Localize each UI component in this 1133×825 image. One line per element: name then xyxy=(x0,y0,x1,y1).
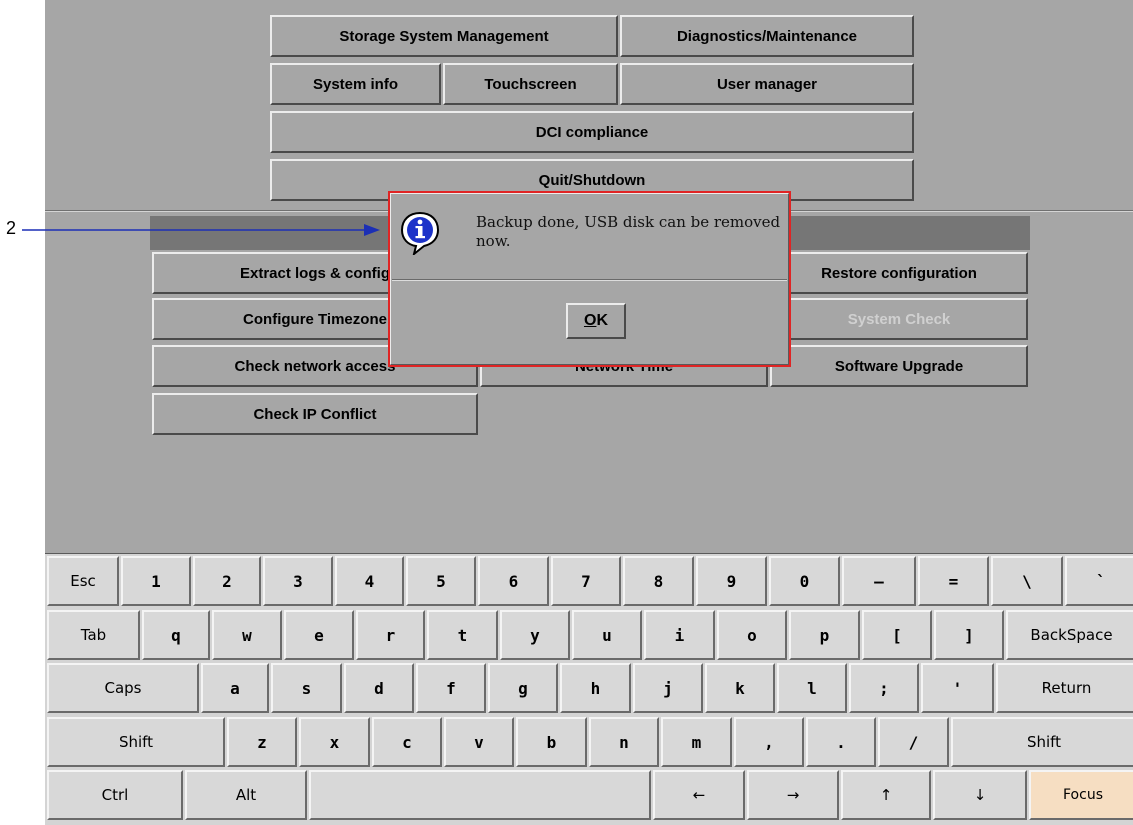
key-row1-10[interactable]: 0 xyxy=(769,556,840,606)
key-row1-11[interactable]: – xyxy=(842,556,916,606)
key-return[interactable]: Return xyxy=(996,663,1133,713)
key-row4-9[interactable]: . xyxy=(806,717,876,767)
system-info-button[interactable]: System info xyxy=(270,63,441,105)
ok-mnemonic: O xyxy=(583,312,597,329)
key-row1-13[interactable]: \ xyxy=(991,556,1063,606)
key-row1-4[interactable]: 4 xyxy=(335,556,404,606)
key-row3-4[interactable]: f xyxy=(416,663,486,713)
key-row2-10[interactable]: p xyxy=(789,610,860,660)
key-space[interactable] xyxy=(309,770,651,820)
key-row4-10[interactable]: / xyxy=(878,717,949,767)
key-arrow-left[interactable]: ← xyxy=(653,770,745,820)
key-row3-11[interactable]: ' xyxy=(921,663,994,713)
key-row3-3[interactable]: d xyxy=(344,663,414,713)
key-row3-7[interactable]: j xyxy=(633,663,703,713)
on-screen-keyboard: Esc 1 2 3 4 5 6 7 8 9 0– = \ ` Tab q w e r t y u i o p[] BackSpac… xyxy=(45,553,1133,825)
key-caps-lock[interactable]: Caps xyxy=(47,663,199,713)
key-row4-8[interactable]: , xyxy=(734,717,804,767)
key-esc[interactable]: Esc xyxy=(47,556,119,606)
key-row4-4[interactable]: v xyxy=(444,717,514,767)
key-row3-6[interactable]: h xyxy=(560,663,631,713)
key-focus[interactable]: Focus xyxy=(1029,770,1133,820)
key-row2-5[interactable]: t xyxy=(427,610,498,660)
key-shift-left[interactable]: Shift xyxy=(47,717,225,767)
key-row1-8[interactable]: 8 xyxy=(623,556,694,606)
key-row4-1[interactable]: z xyxy=(227,717,297,767)
key-shift-right[interactable]: Shift xyxy=(951,717,1133,767)
key-row1-1[interactable]: 1 xyxy=(121,556,191,606)
key-arrow-up[interactable]: ↑ xyxy=(841,770,931,820)
key-alt[interactable]: Alt xyxy=(185,770,307,820)
key-row2-3[interactable]: e xyxy=(284,610,354,660)
key-row2-8[interactable]: i xyxy=(644,610,715,660)
key-row2-7[interactable]: u xyxy=(572,610,642,660)
software-upgrade-button[interactable]: Software Upgrade xyxy=(770,345,1028,387)
key-row3-1[interactable]: a xyxy=(201,663,269,713)
key-row4-5[interactable]: b xyxy=(516,717,587,767)
key-row2-2[interactable]: w xyxy=(212,610,282,660)
key-arrow-right[interactable]: → xyxy=(747,770,839,820)
key-row1-14[interactable]: ` xyxy=(1065,556,1133,606)
extract-logs-label: Extract logs & config xyxy=(239,264,391,282)
system-check-button: System Check xyxy=(770,298,1028,340)
key-row3-8[interactable]: k xyxy=(705,663,775,713)
dialog-message: Backup done, USB disk can be removed now… xyxy=(476,213,781,250)
key-backspace[interactable]: BackSpace xyxy=(1006,610,1133,660)
key-row4-3[interactable]: c xyxy=(372,717,442,767)
key-row2-12[interactable]: ] xyxy=(934,610,1004,660)
touchscreen-button[interactable]: Touchscreen xyxy=(443,63,618,105)
dialog-separator xyxy=(392,279,787,281)
screen: Storage System Management Diagnostics/Ma… xyxy=(45,0,1133,825)
diagnostics-maintenance-button[interactable]: Diagnostics/Maintenance xyxy=(620,15,914,57)
user-manager-button[interactable]: User manager xyxy=(620,63,914,105)
info-icon xyxy=(400,211,440,255)
key-row1-7[interactable]: 7 xyxy=(551,556,621,606)
key-row3-2[interactable]: s xyxy=(271,663,342,713)
key-row2-4[interactable]: r xyxy=(356,610,425,660)
key-row1-12[interactable]: = xyxy=(918,556,989,606)
key-row2-9[interactable]: o xyxy=(717,610,787,660)
ok-label-rest: K xyxy=(596,312,608,329)
key-row1-9[interactable]: 9 xyxy=(696,556,767,606)
storage-system-management-button[interactable]: Storage System Management xyxy=(270,15,618,57)
key-tab[interactable]: Tab xyxy=(47,610,140,660)
key-row3-5[interactable]: g xyxy=(488,663,558,713)
key-row4-7[interactable]: m xyxy=(661,717,732,767)
key-row2-1[interactable]: q xyxy=(142,610,210,660)
check-ip-conflict-button[interactable]: Check IP Conflict xyxy=(152,393,478,435)
dci-compliance-button[interactable]: DCI compliance xyxy=(270,111,914,153)
key-row1-5[interactable]: 5 xyxy=(406,556,476,606)
ok-button[interactable]: OK xyxy=(566,303,626,339)
key-row2-11[interactable]: [ xyxy=(862,610,932,660)
key-row4-2[interactable]: x xyxy=(299,717,370,767)
restore-configuration-button[interactable]: Restore configuration xyxy=(770,252,1028,294)
key-arrow-down[interactable]: ↓ xyxy=(933,770,1027,820)
key-row4-6[interactable]: n xyxy=(589,717,659,767)
key-row1-6[interactable]: 6 xyxy=(478,556,549,606)
key-row3-10[interactable]: ; xyxy=(849,663,919,713)
key-row1-3[interactable]: 3 xyxy=(263,556,333,606)
key-row2-6[interactable]: y xyxy=(500,610,570,660)
key-row1-2[interactable]: 2 xyxy=(193,556,261,606)
info-dialog: Backup done, USB disk can be removed now… xyxy=(388,191,791,367)
key-row3-9[interactable]: l xyxy=(777,663,847,713)
key-ctrl[interactable]: Ctrl xyxy=(47,770,183,820)
annotation-label: 2 xyxy=(6,218,17,238)
